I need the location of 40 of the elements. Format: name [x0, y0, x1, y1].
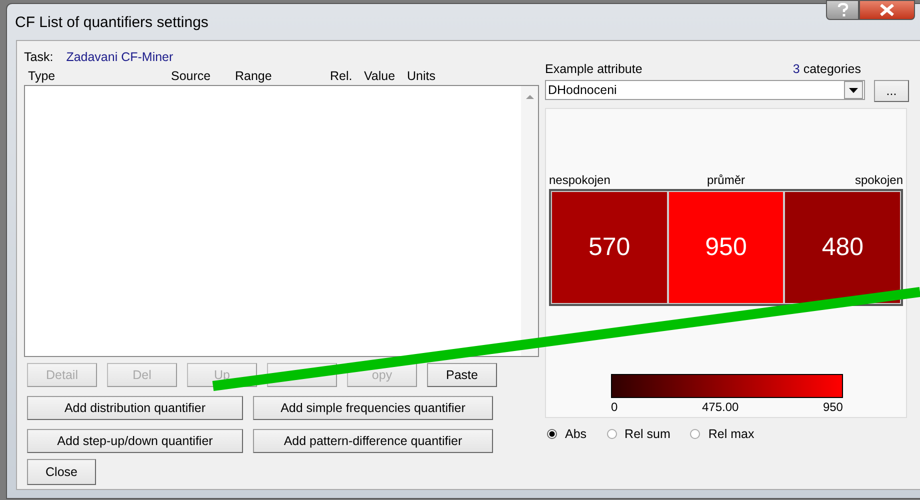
- attribute-dropdown[interactable]: DHodnoceni: [545, 80, 865, 100]
- mode-radio[interactable]: Rel max: [690, 427, 754, 441]
- task-name: Zadavani CF-Miner: [66, 50, 174, 64]
- list-action-button[interactable]: Paste: [427, 363, 497, 387]
- radio-icon[interactable]: [606, 429, 617, 439]
- mode-radio[interactable]: Rel sum: [606, 427, 670, 441]
- scale-label: 0: [611, 400, 618, 414]
- add-quantifier-button[interactable]: Add pattern-difference quantifier: [253, 429, 493, 453]
- heatmap-cell: 950: [668, 191, 784, 304]
- column-header[interactable]: Type: [28, 69, 171, 83]
- column-header[interactable]: Value: [364, 69, 407, 83]
- category-label: spokojen: [854, 173, 903, 189]
- column-header[interactable]: Rel.: [330, 69, 364, 83]
- categories-label: categories: [803, 62, 861, 76]
- task-label: Task:: [24, 50, 54, 64]
- browse-button[interactable]: ...: [874, 80, 909, 102]
- add-quantifier-button[interactable]: Add distribution quantifier: [27, 396, 243, 420]
- close-icon[interactable]: [859, 0, 915, 20]
- close-button[interactable]: Close: [27, 459, 96, 485]
- window-title: CF List of quantifiers settings: [15, 14, 208, 30]
- category-label: nespokojen: [549, 173, 612, 189]
- scrollbar[interactable]: [521, 86, 538, 356]
- attribute-label: Example attribute: [545, 62, 642, 78]
- column-header[interactable]: Range: [235, 69, 330, 83]
- category-label: průměr: [706, 173, 746, 189]
- radio-icon[interactable]: [690, 429, 700, 439]
- add-quantifier-button[interactable]: Add step-up/down quantifier: [27, 429, 243, 453]
- scroll-up-icon[interactable]: [526, 94, 534, 99]
- scale-label: 475.00: [702, 400, 739, 414]
- heatmap-cell: 570: [551, 191, 668, 304]
- radio-icon[interactable]: [547, 429, 557, 439]
- dropdown-arrow-icon: [849, 88, 858, 92]
- column-header[interactable]: Source: [171, 69, 235, 83]
- column-header[interactable]: Units: [407, 69, 436, 83]
- scale-label: 950: [822, 400, 843, 414]
- heatmap-cell: 480: [784, 191, 902, 304]
- mode-radio[interactable]: Abs: [547, 427, 587, 441]
- category-count: 3: [792, 62, 800, 76]
- help-icon[interactable]: [826, 0, 859, 20]
- add-quantifier-button[interactable]: Add simple frequencies quantifier: [253, 396, 493, 420]
